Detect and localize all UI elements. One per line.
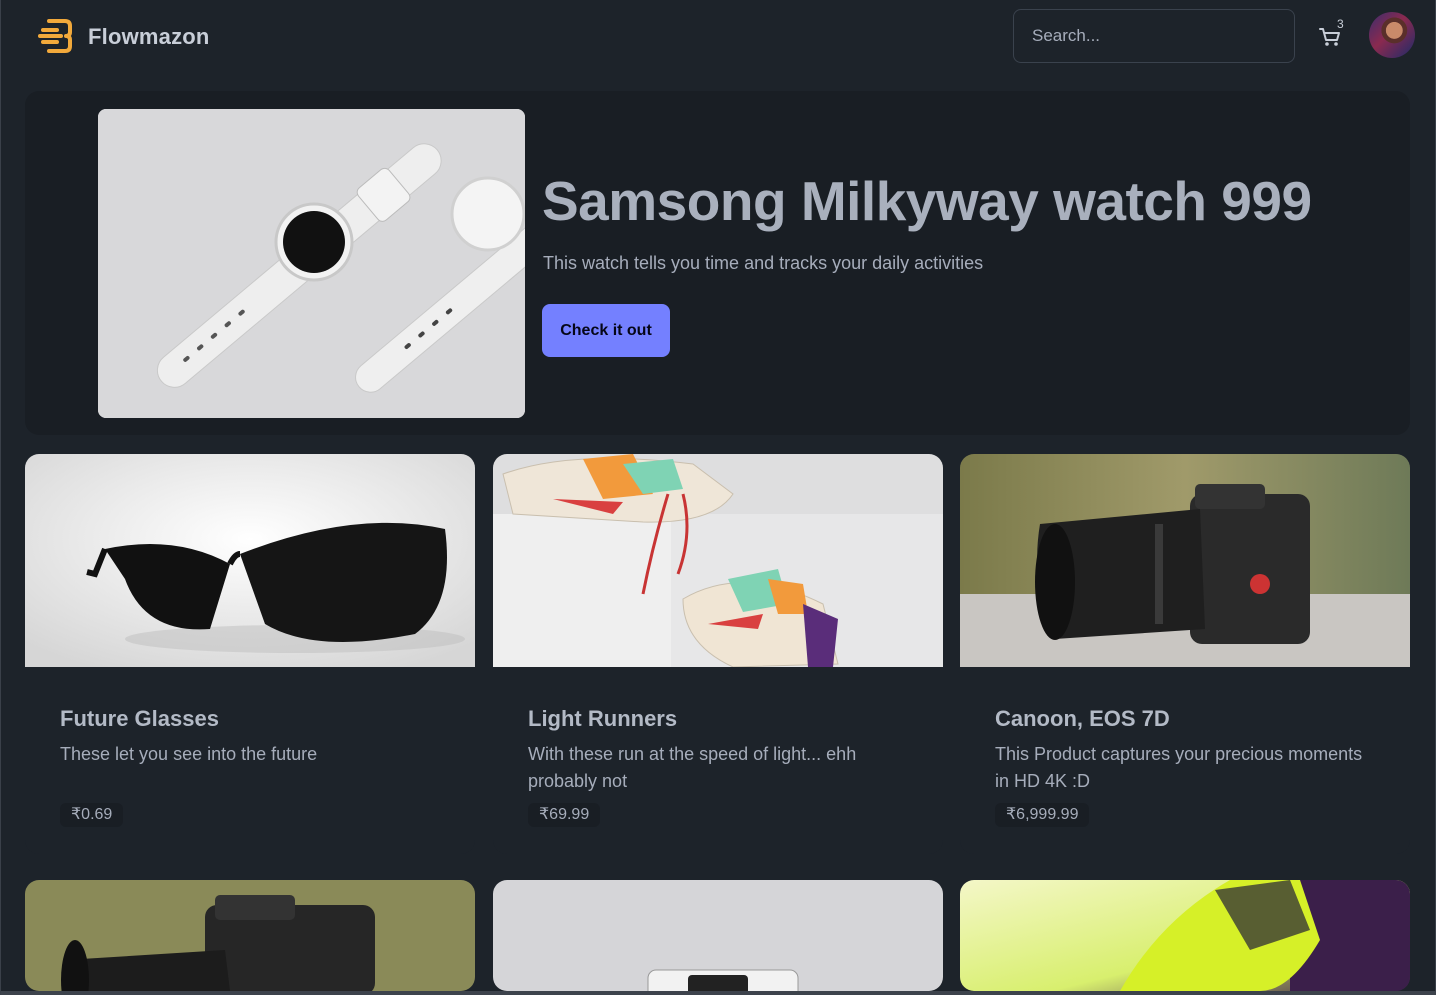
product-image-instant-camera[interactable]: [493, 880, 943, 991]
logo-icon[interactable]: [37, 15, 77, 57]
avatar[interactable]: [1369, 12, 1415, 58]
product-image-shoe[interactable]: [960, 880, 1410, 991]
product-image-camera[interactable]: [960, 454, 1410, 667]
product-card[interactable]: Light Runners With these run at the spee…: [493, 454, 943, 854]
product-card[interactable]: Canoon, EOS 7D This Product captures you…: [960, 454, 1410, 854]
product-image-camera[interactable]: [25, 880, 475, 991]
hero-title: Samsong Milkyway watch 999: [542, 170, 1312, 232]
check-it-out-button[interactable]: Check it out: [542, 304, 670, 357]
product-description: With these run at the speed of light... …: [528, 744, 857, 791]
product-description: These let you see into the future: [60, 744, 318, 764]
product-title[interactable]: Light Runners: [528, 706, 677, 732]
navbar: Flowmazon 3: [1, 0, 1436, 74]
hero-description: This watch tells you time and tracks you…: [543, 253, 984, 273]
product-title[interactable]: Canoon, EOS 7D: [995, 706, 1170, 732]
price-badge: ₹0.69: [60, 803, 124, 827]
search-input[interactable]: [1013, 9, 1295, 63]
product-image-sneakers[interactable]: [493, 454, 943, 667]
window-bottom-edge: [1, 991, 1436, 995]
hero-banner: Samsong Milkyway watch 999 This watch te…: [25, 91, 1410, 435]
product-image-glasses[interactable]: [25, 454, 475, 667]
price-badge: ₹69.99: [528, 803, 601, 827]
product-card[interactable]: Future Glasses These let you see into th…: [25, 454, 475, 854]
product-card[interactable]: [25, 880, 475, 991]
product-card[interactable]: [960, 880, 1410, 991]
product-card[interactable]: [493, 880, 943, 991]
product-title[interactable]: Future Glasses: [60, 706, 219, 732]
hero-watch-image: [98, 109, 525, 418]
price-badge: ₹6,999.99: [995, 803, 1090, 827]
brand-name[interactable]: Flowmazon: [88, 24, 210, 50]
product-description: This Product captures your precious mome…: [995, 744, 1363, 791]
cart-count-badge: 3: [1337, 17, 1344, 31]
